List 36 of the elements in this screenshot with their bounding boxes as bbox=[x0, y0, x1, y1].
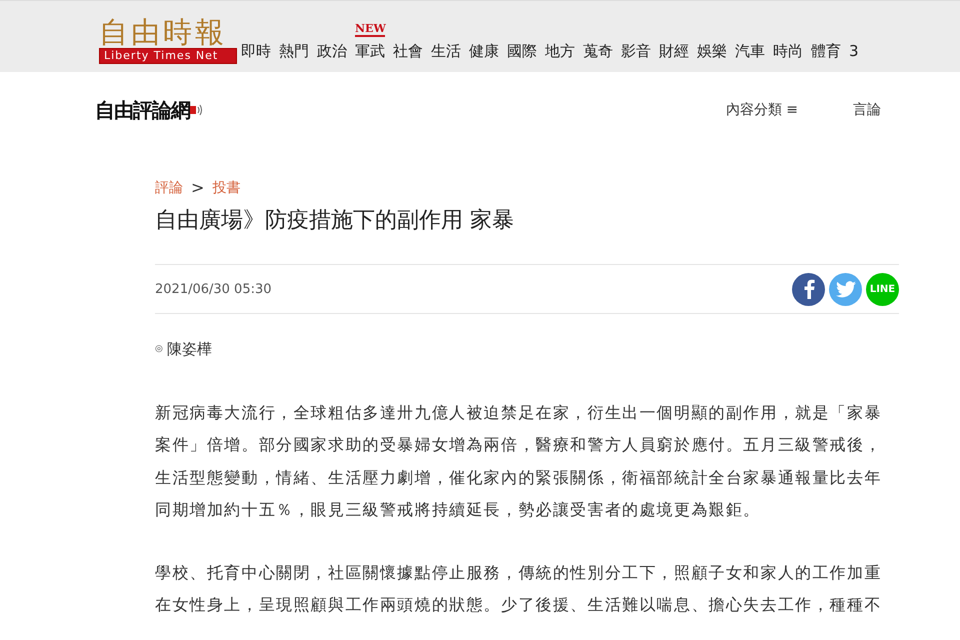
nav-link[interactable]: 體育 bbox=[811, 42, 841, 60]
logo-title: 自由時報 bbox=[99, 16, 228, 48]
nav-link[interactable]: 健康 bbox=[469, 42, 499, 60]
new-badge: NEW bbox=[355, 22, 385, 37]
nav-link[interactable]: 軍武 bbox=[355, 42, 385, 60]
nav-link[interactable]: 國際 bbox=[507, 42, 537, 60]
nav-link[interactable]: 政治 bbox=[317, 42, 347, 60]
breadcrumb-link[interactable]: 評論 bbox=[155, 178, 183, 198]
nav-link[interactable]: 影音 bbox=[621, 42, 651, 60]
breadcrumb-separator: > bbox=[191, 177, 204, 199]
article-title: 自由廣場》防疫措施下的副作用 家暴 bbox=[155, 208, 515, 234]
article-paragraph: 學校、托育中心關閉，社區關懷據點停止服務，傳統的性別分工下，照顧子女和家人的工作加重 在女性身上，呈現照顧與工作兩頭燒的狀態。少了後援、生活難以喘息、擔心失去工作，種種不 bbox=[155, 562, 883, 616]
facebook-share-button[interactable] bbox=[792, 272, 825, 306]
nav-link[interactable]: 時尚 bbox=[773, 42, 803, 60]
article-paragraph: 新冠病毒大流行，全球粗估多達卅九億人被迫禁足在家，衍生出一個明顯的副作用，就是「家暴 案件」倍增。部分國家求助的受暴婦女增為兩倍，醫療和警方人員窮於應付。五月三級警戒後， 生活型態變動，情緒、生活壓力劇增，催化家內的緊張關係，衛福部統計全台家暴通報量比去年 同期增加約十五％，眼見三級警戒將持續延長，勢必讓受害者的處境更為艱鉅。 bbox=[155, 402, 883, 522]
nav-link[interactable]: 蒐奇 bbox=[583, 42, 613, 60]
nav-link[interactable]: 社會 bbox=[393, 42, 423, 60]
author-mark: ◎ bbox=[155, 342, 163, 356]
bird-icon bbox=[836, 280, 856, 298]
facebook-icon bbox=[802, 279, 816, 300]
author-name: 陳姿樺 bbox=[166, 339, 212, 360]
nav-link[interactable]: 汽車 bbox=[735, 42, 765, 60]
article-date: 2021/06/30 05:30 bbox=[155, 280, 272, 299]
nav-link[interactable]: 3 bbox=[849, 42, 859, 60]
section-link[interactable]: 言論 bbox=[853, 100, 881, 120]
nav-link[interactable]: 娛樂 bbox=[697, 42, 727, 60]
breadcrumb-link[interactable]: 投書 bbox=[212, 178, 240, 198]
speaker-icon bbox=[190, 103, 202, 117]
nav-link[interactable]: 財經 bbox=[659, 42, 689, 60]
logo-subtitle: Liberty Times Net bbox=[99, 48, 237, 64]
nav-link[interactable]: 地方 bbox=[545, 42, 575, 60]
nav-link[interactable]: 即時 bbox=[241, 42, 271, 60]
nav-link[interactable]: 生活 bbox=[431, 42, 461, 60]
nav-link[interactable]: 熱門 bbox=[279, 42, 309, 60]
site-logo: 自由評論網 bbox=[95, 97, 190, 124]
section-link[interactable]: 內容分類 ≡ bbox=[726, 100, 798, 120]
